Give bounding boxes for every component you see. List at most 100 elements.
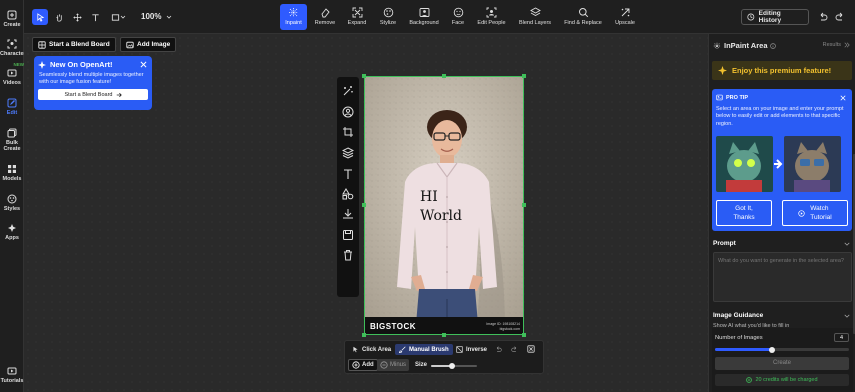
tab-background[interactable]: Background [407, 4, 441, 30]
redo-button[interactable] [835, 12, 845, 22]
chevron-down-icon[interactable] [844, 313, 850, 319]
num-images-slider-thumb[interactable] [769, 346, 776, 353]
text-tool[interactable] [87, 9, 103, 25]
rail-tutorials[interactable]: Tutorials [0, 366, 24, 384]
chevron-down-icon[interactable] [844, 241, 850, 247]
save-icon[interactable] [342, 229, 354, 241]
selection-handle[interactable] [522, 74, 526, 78]
rail-models[interactable]: Models [0, 164, 24, 182]
rail-edit-label: Edit [6, 110, 18, 116]
rail-character-label: Character [0, 51, 26, 57]
selection-handle[interactable] [522, 203, 526, 207]
watermark-logo: BIGSTOCK [370, 322, 417, 331]
selection-handle[interactable] [442, 333, 446, 337]
popover-title: New On OpenArt! [50, 60, 113, 69]
rail-apps[interactable]: Apps [0, 223, 24, 241]
tab-find-replace[interactable]: Find & Replace [561, 4, 605, 30]
bulk-icon [7, 128, 17, 138]
num-images-slider[interactable] [715, 346, 849, 353]
tab-upscale[interactable]: Upscale [611, 4, 639, 30]
tab-remove[interactable]: Remove [312, 4, 338, 30]
move-tool[interactable] [69, 9, 85, 25]
close-icon[interactable] [140, 61, 147, 68]
image-id-text: Image ID: 198108214 [486, 321, 520, 326]
editing-history-button[interactable]: Editing History [741, 9, 809, 25]
rail-bulk-create[interactable]: Bulk Create [0, 128, 24, 152]
add-image-label: Add Image [137, 41, 171, 48]
pro-tip-body: Select an area on your image and enter y… [716, 106, 844, 127]
eraser-icon [320, 8, 330, 18]
minus-mode-button[interactable]: Minus [377, 359, 410, 371]
shape-tool[interactable] [107, 9, 129, 25]
image-site-text: bigstock.com [499, 326, 520, 331]
tab-inpaint[interactable]: Inpaint [280, 4, 307, 30]
redo-icon[interactable] [511, 346, 518, 353]
face-icon [453, 7, 463, 18]
size-slider[interactable] [431, 363, 477, 369]
selection-handle[interactable] [522, 333, 526, 337]
rail-character[interactable]: Character [0, 39, 26, 57]
popover-cta-button[interactable]: Start a Blend Board [38, 89, 148, 100]
num-images-input[interactable]: 4 [834, 333, 849, 342]
zoom-control[interactable]: 100% [141, 12, 172, 21]
tab-inpaint-label: Inpaint [285, 20, 302, 26]
close-icon[interactable] [840, 95, 846, 101]
tab-stylize[interactable]: Stylize [375, 4, 401, 30]
info-icon [770, 42, 777, 49]
selection-handle[interactable] [362, 333, 366, 337]
tab-face-label: Face [451, 20, 465, 26]
blend-board-icon [38, 40, 46, 49]
watch-tutorial-button[interactable]: Watch Tutorial [782, 200, 848, 226]
start-blend-board-label: Start a Blend Board [49, 41, 110, 48]
rail-create[interactable]: Create [0, 10, 24, 28]
undo-icon[interactable] [495, 346, 502, 353]
selection-handle[interactable] [362, 203, 366, 207]
zoom-value: 100% [141, 12, 162, 21]
click-area-label: Click Area [362, 346, 392, 353]
inverse-button[interactable]: Inverse [453, 344, 490, 355]
select-tool[interactable] [32, 9, 48, 25]
right-panel: InPaint Area Results Enjoy this premium … [708, 34, 855, 392]
selection-handle[interactable] [362, 74, 366, 78]
hand-tool[interactable] [51, 9, 67, 25]
tab-remove-label: Remove [314, 20, 336, 26]
canvas-image[interactable]: HI World BIGSTOCK Image ID: 198108214 bi… [364, 76, 524, 335]
tab-expand[interactable]: Expand [343, 4, 371, 30]
generate-section: Number of Images 4 Create 20 credits wil… [712, 328, 853, 392]
left-rail: Create Character NEW Videos Edit Bulk Cr… [0, 0, 26, 392]
download-icon[interactable] [342, 208, 354, 220]
got-it-button[interactable]: Got It, Thanks [716, 200, 772, 226]
create-button[interactable]: Create [715, 357, 849, 370]
clear-icon[interactable] [527, 345, 535, 353]
size-slider-thumb[interactable] [448, 363, 455, 369]
add-mode-button[interactable]: Add [348, 359, 378, 371]
manual-brush-button[interactable]: Manual Brush [395, 344, 453, 355]
rail-edit[interactable]: Edit [0, 98, 24, 116]
text-icon[interactable] [342, 168, 354, 180]
click-area-button[interactable]: Click Area [349, 344, 394, 355]
inverse-icon [456, 346, 463, 353]
tab-blend-layers[interactable]: Blend Layers [516, 4, 554, 30]
add-image-button[interactable]: Add Image [120, 37, 177, 52]
tab-face[interactable]: Face [448, 4, 468, 30]
styles-icon [7, 194, 17, 204]
crop-icon[interactable] [342, 126, 354, 138]
selection-handle[interactable] [442, 74, 446, 78]
results-button[interactable]: Results [823, 42, 850, 48]
magic-wand-icon[interactable] [342, 85, 354, 97]
photo-text-world: World [420, 208, 462, 224]
rail-styles[interactable]: Styles [0, 194, 24, 212]
start-blend-board-button[interactable]: Start a Blend Board [32, 37, 116, 52]
shapes-icon[interactable] [342, 188, 354, 200]
panel-header: InPaint Area [713, 41, 777, 50]
person-icon[interactable] [342, 106, 354, 118]
tab-edit-people[interactable]: Edit People [474, 4, 509, 30]
layers-icon[interactable] [342, 147, 354, 159]
move-icon [72, 12, 82, 22]
undo-button[interactable] [818, 12, 828, 22]
edit-people-icon [486, 7, 497, 18]
rail-videos[interactable]: NEW Videos [0, 62, 24, 86]
prompt-input[interactable] [713, 252, 852, 302]
text-icon [91, 13, 99, 21]
trash-icon[interactable] [342, 249, 354, 261]
